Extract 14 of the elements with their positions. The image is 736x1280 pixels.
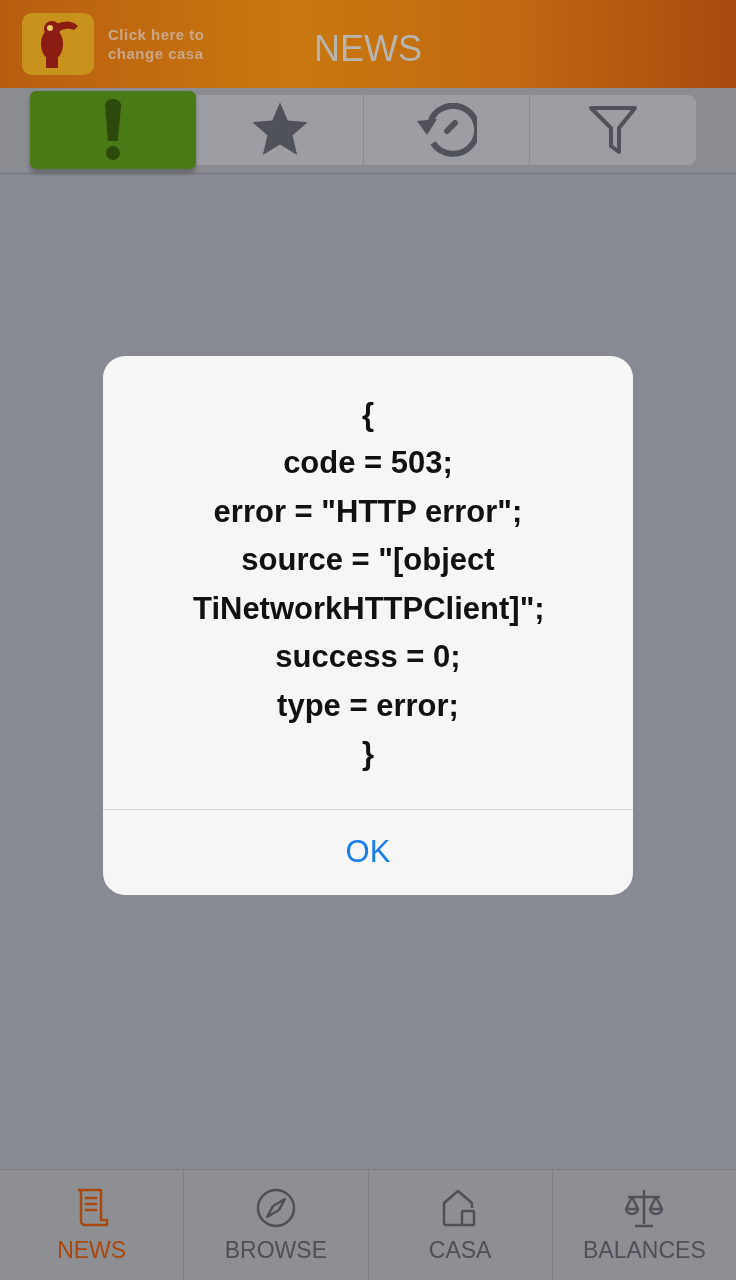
tab-bar-item[interactable]: BROWSE [183,1170,368,1280]
history-icon [415,103,478,157]
compass-icon [254,1186,297,1229]
alert-message: { code = 503; error = "HTTP error"; source = "[object TiNetworkHTTPClient]"; success = 0; type = error; } [192,395,546,773]
change-casa-link[interactable]: Click here to change casa [108,25,208,63]
bird-logo-icon[interactable] [22,13,94,75]
ok-button[interactable]: OK [103,808,633,895]
screen-title: NEWS [314,28,422,69]
tab-bar-item[interactable]: BALANCES [551,1170,736,1280]
tab-bar-item[interactable]: CASA [367,1170,552,1280]
tab-bar-item[interactable]: NEWS [0,1170,184,1280]
exclamation-icon [102,99,123,161]
filter-icon [588,104,639,156]
segment-tab[interactable] [30,91,196,169]
